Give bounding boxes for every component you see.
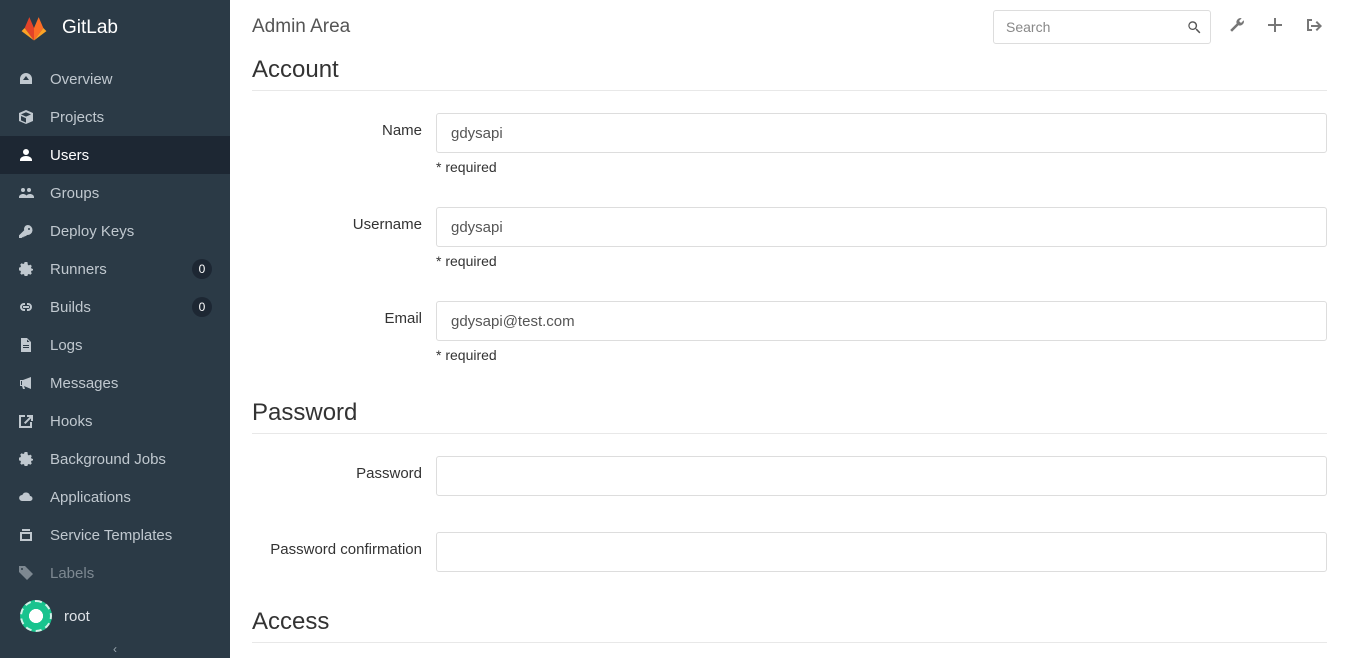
link-icon: [18, 299, 34, 315]
count-badge: 0: [192, 297, 212, 317]
dashboard-icon: [18, 71, 34, 87]
sidebar-item-messages[interactable]: Messages: [0, 364, 230, 402]
password-input[interactable]: [436, 456, 1327, 496]
row-username: Username * required: [252, 207, 1327, 291]
username-hint: * required: [436, 253, 1327, 269]
row-password-confirmation: Password confirmation: [252, 532, 1327, 580]
sidebar-item-label: Overview: [50, 71, 212, 88]
sidebar-item-label: Applications: [50, 489, 212, 506]
row-email: Email * required: [252, 301, 1327, 385]
sidebar-item-label: Groups: [50, 185, 212, 202]
section-title-account: Account: [252, 56, 1327, 84]
password-confirmation-input[interactable]: [436, 532, 1327, 572]
current-user-name: root: [64, 608, 90, 625]
divider: [252, 642, 1327, 643]
page-title: Admin Area: [252, 16, 350, 38]
gitlab-logo-icon: [20, 14, 48, 42]
copy-icon: [18, 527, 34, 543]
sidebar-item-label: Runners: [50, 261, 192, 278]
plus-icon: [1267, 17, 1283, 33]
sidebar-item-label: Deploy Keys: [50, 223, 212, 240]
sidebar-item-label: Logs: [50, 337, 212, 354]
sidebar-nav: Overview Projects Users Groups Deploy Ke…: [0, 60, 230, 658]
sidebar-item-hooks[interactable]: Hooks: [0, 402, 230, 440]
sidebar-item-logs[interactable]: Logs: [0, 326, 230, 364]
divider: [252, 433, 1327, 434]
row-name: Name * required: [252, 113, 1327, 197]
external-link-icon: [18, 413, 34, 429]
section-title-password: Password: [252, 399, 1327, 427]
file-icon: [18, 337, 34, 353]
sidebar: GitLab Overview Projects Users Groups De…: [0, 0, 230, 658]
sidebar-item-groups[interactable]: Groups: [0, 174, 230, 212]
search-wrap: [993, 10, 1211, 44]
collapse-sidebar-icon[interactable]: ‹: [111, 640, 119, 658]
content: Account Name * required Username * requi…: [230, 52, 1349, 658]
brand[interactable]: GitLab: [0, 0, 230, 60]
avatar: [20, 600, 52, 632]
email-hint: * required: [436, 347, 1327, 363]
sidebar-item-deploy-keys[interactable]: Deploy Keys: [0, 212, 230, 250]
name-hint: * required: [436, 159, 1327, 175]
topbar: Admin Area: [230, 0, 1349, 52]
wrench-icon: [1229, 17, 1245, 33]
search-icon: [1187, 20, 1201, 34]
current-user[interactable]: root: [0, 592, 230, 640]
name-label: Name: [252, 113, 436, 139]
gear-icon: [18, 261, 34, 277]
sidebar-item-service-templates[interactable]: Service Templates: [0, 516, 230, 554]
count-badge: 0: [192, 259, 212, 279]
sidebar-item-builds[interactable]: Builds 0: [0, 288, 230, 326]
key-icon: [18, 223, 34, 239]
row-password: Password: [252, 456, 1327, 504]
sidebar-item-background-jobs[interactable]: Background Jobs: [0, 440, 230, 478]
sidebar-item-label: Hooks: [50, 413, 212, 430]
bullhorn-icon: [18, 375, 34, 391]
tags-icon: [18, 565, 34, 581]
email-label: Email: [252, 301, 436, 327]
name-input[interactable]: [436, 113, 1327, 153]
sidebar-item-runners[interactable]: Runners 0: [0, 250, 230, 288]
sidebar-item-label: Background Jobs: [50, 451, 212, 468]
sidebar-item-overview[interactable]: Overview: [0, 60, 230, 98]
section-title-access: Access: [252, 608, 1327, 636]
logout-icon: [1305, 17, 1323, 33]
group-icon: [18, 185, 34, 201]
email-input[interactable]: [436, 301, 1327, 341]
sign-out-icon[interactable]: [1301, 13, 1327, 41]
admin-settings-icon[interactable]: [1225, 13, 1249, 41]
sidebar-item-applications[interactable]: Applications: [0, 478, 230, 516]
sidebar-item-label: Projects: [50, 109, 212, 126]
sidebar-item-label: Builds: [50, 299, 192, 316]
cube-icon: [18, 109, 34, 125]
sidebar-item-projects[interactable]: Projects: [0, 98, 230, 136]
user-icon: [18, 147, 34, 163]
password-label: Password: [252, 456, 436, 482]
sidebar-item-label: Service Templates: [50, 527, 212, 544]
new-item-icon[interactable]: [1263, 13, 1287, 41]
sidebar-item-labels[interactable]: Labels: [0, 554, 230, 592]
brand-name: GitLab: [62, 17, 118, 39]
cogs-icon: [18, 451, 34, 467]
sidebar-item-users[interactable]: Users: [0, 136, 230, 174]
username-label: Username: [252, 207, 436, 233]
username-input[interactable]: [436, 207, 1327, 247]
password-confirmation-label: Password confirmation: [252, 532, 436, 558]
sidebar-item-label: Labels: [50, 565, 212, 582]
sidebar-item-label: Messages: [50, 375, 212, 392]
main: Admin Area Account Name * required Use: [230, 0, 1349, 658]
search-input[interactable]: [993, 10, 1211, 44]
sidebar-item-label: Users: [50, 147, 212, 164]
cloud-icon: [18, 489, 34, 505]
divider: [252, 90, 1327, 91]
